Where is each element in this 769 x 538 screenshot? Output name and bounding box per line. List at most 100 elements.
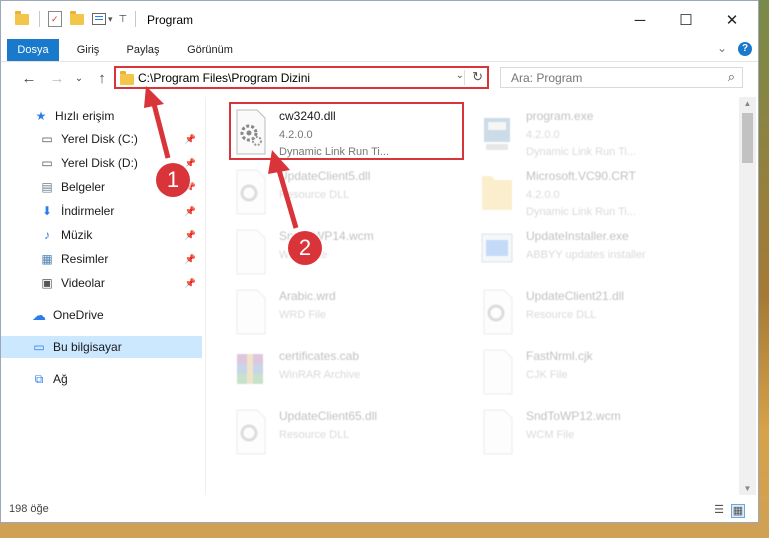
file-item[interactable]: UpdateClient21.dll Resource DLL [478, 284, 713, 340]
sidebar-item-local-disk-c[interactable]: ▭ Yerel Disk (C:) 📌 [1, 128, 202, 150]
file-type: Resource DLL [279, 429, 350, 441]
file-name: certificates.cab [279, 349, 360, 363]
maximize-button[interactable]: ☐ [666, 6, 706, 34]
vertical-scrollbar[interactable]: ▲ ▼ [739, 97, 756, 495]
sidebar-item-videos[interactable]: ▣ Videolar 📌 [1, 272, 202, 294]
exe-icon [484, 118, 510, 150]
file-item[interactable]: Microsoft.VC90.CRT 4.2.0.0 Dynamic Link … [478, 164, 713, 220]
up-button[interactable]: ↑ [92, 68, 112, 88]
tab-share[interactable]: Paylaş [119, 39, 167, 61]
file-name: FastNrml.cjk [526, 349, 593, 363]
file-description: Dynamic Link Run Ti... [526, 146, 637, 158]
status-bar: 198 öğe ☰ ▦ [1, 498, 758, 522]
new-folder-icon[interactable] [70, 10, 84, 25]
sidebar-item-onedrive[interactable]: ☁ OneDrive [1, 304, 202, 326]
file-type: CJK File [526, 369, 568, 381]
address-bar[interactable]: C:\Program Files\Program Dizini ⌄ ↻ [114, 66, 489, 89]
file-name: UpdateInstaller.exe [526, 229, 629, 243]
computer-icon: ▭ [33, 340, 45, 354]
file-item[interactable]: FastNrml.cjk CJK File [478, 344, 713, 400]
large-icons-view-icon[interactable]: ▦ [731, 504, 745, 518]
file-item[interactable]: certificates.cab WinRAR Archive [231, 344, 466, 400]
recent-locations-button[interactable]: ⌄ [69, 68, 89, 88]
sidebar-item-pictures[interactable]: ▦ Resimler 📌 [1, 248, 202, 270]
explorer-window: ✓ ▾ ⊤ Program ─ ☐ ✕ Dosya Giriş Paylaş G… [0, 0, 759, 523]
file-item[interactable]: SndToWP12.wcm WCM File [478, 404, 713, 460]
folder-icon [120, 71, 134, 85]
pin-icon[interactable]: 📌 [185, 278, 196, 289]
network-icon: ⧉ [34, 371, 44, 386]
view-menu-icon[interactable] [92, 13, 106, 25]
customize-quick-access-icon[interactable]: ⊤ [119, 14, 128, 25]
help-icon[interactable]: ? [738, 42, 752, 56]
address-row: ← → ⌄ ↑ C:\Program Files\Program Dizini … [1, 62, 758, 94]
video-icon: ▣ [41, 276, 53, 290]
file-name: Arabic.wrd [279, 289, 336, 303]
dll-gear-icon [236, 409, 266, 455]
file-item[interactable]: UpdateClient5.dll Resource DLL [231, 164, 466, 220]
file-name: UpdateClient21.dll [526, 289, 625, 303]
sidebar-item-label: Videolar [61, 276, 105, 290]
sidebar-item-label: Yerel Disk (D:) [61, 156, 138, 170]
file-version: 4.2.0.0 [526, 129, 560, 141]
pin-icon[interactable]: 📌 [185, 206, 196, 217]
file-item[interactable]: program.exe 4.2.0.0 Dynamic Link Run Ti.… [478, 104, 713, 160]
callout-number-two: 2 [288, 231, 322, 265]
sidebar-item-label: Bu bilgisayar [53, 340, 122, 354]
music-icon: ♪ [44, 228, 50, 242]
file-name: UpdateClient5.dll [279, 169, 371, 183]
file-type: WRD File [279, 309, 327, 321]
close-button[interactable]: ✕ [712, 6, 752, 34]
folder-icon [15, 10, 29, 25]
scrollbar-thumb[interactable] [742, 113, 753, 163]
minimize-button[interactable]: ─ [620, 6, 660, 34]
download-icon: ⬇ [41, 204, 53, 218]
callout-number-one: 1 [156, 163, 190, 197]
search-input[interactable] [509, 70, 713, 86]
tab-view[interactable]: Görünüm [179, 39, 241, 61]
divider [464, 70, 465, 85]
refresh-button[interactable]: ↻ [472, 69, 483, 85]
file-type: ABBYY updates installer [526, 249, 646, 261]
ribbon-tabs: Dosya Giriş Paylaş Görünüm ⌄ ? [1, 39, 758, 62]
file-icon [236, 229, 266, 275]
details-view-icon[interactable]: ☰ [713, 504, 725, 516]
file-icon [483, 409, 513, 455]
window-title: Program [147, 13, 194, 27]
chevron-down-icon[interactable]: ▾ [108, 14, 113, 25]
cloud-icon: ☁ [32, 306, 46, 323]
address-dropdown-icon[interactable]: ⌄ [456, 70, 464, 81]
back-button[interactable]: ← [19, 68, 39, 88]
file-type: WCM File [526, 429, 575, 441]
ribbon-collapse-icon[interactable]: ⌄ [717, 41, 727, 55]
sidebar-item-quick-access[interactable]: ★ Hızlı erişim [1, 105, 202, 127]
pin-icon[interactable]: 📌 [185, 134, 196, 145]
tab-file[interactable]: Dosya [7, 39, 59, 61]
properties-icon[interactable]: ✓ [48, 11, 62, 27]
tab-home[interactable]: Giriş [69, 39, 107, 61]
sidebar-item-label: Belgeler [61, 180, 106, 194]
pin-icon[interactable]: 📌 [185, 158, 196, 169]
forward-button[interactable]: → [47, 68, 67, 88]
scroll-down-icon[interactable]: ▼ [739, 484, 756, 493]
sidebar-item-label: Müzik [61, 228, 93, 242]
pin-icon[interactable]: 📌 [185, 230, 196, 241]
file-type: Resource DLL [279, 189, 350, 201]
search-icon[interactable]: ⌕ [728, 69, 735, 85]
sidebar-item-downloads[interactable]: ⬇ İndirmeler 📌 [1, 200, 202, 222]
file-item[interactable]: Arabic.wrd WRD File [231, 284, 466, 340]
file-item[interactable]: UpdateInstaller.exe ABBYY updates instal… [478, 224, 713, 280]
documents-icon: ▤ [41, 180, 53, 194]
sidebar-item-music[interactable]: ♪ Müzik 📌 [1, 224, 202, 246]
sidebar-item-this-pc[interactable]: ▭ Bu bilgisayar [1, 336, 202, 358]
file-type: WinRAR Archive [279, 369, 361, 381]
sidebar-item-network[interactable]: ⧉ Ağ [1, 368, 202, 390]
scroll-up-icon[interactable]: ▲ [739, 99, 756, 108]
file-item[interactable]: SndToWP14.wcm WCM File [231, 224, 466, 280]
search-box[interactable]: ⌕ [500, 67, 743, 88]
divider [135, 11, 137, 27]
file-item[interactable]: UpdateClient65.dll Resource DLL [231, 404, 466, 460]
file-name: program.exe [526, 109, 594, 123]
address-path[interactable]: C:\Program Files\Program Dizini [138, 71, 310, 85]
pin-icon[interactable]: 📌 [185, 254, 196, 265]
